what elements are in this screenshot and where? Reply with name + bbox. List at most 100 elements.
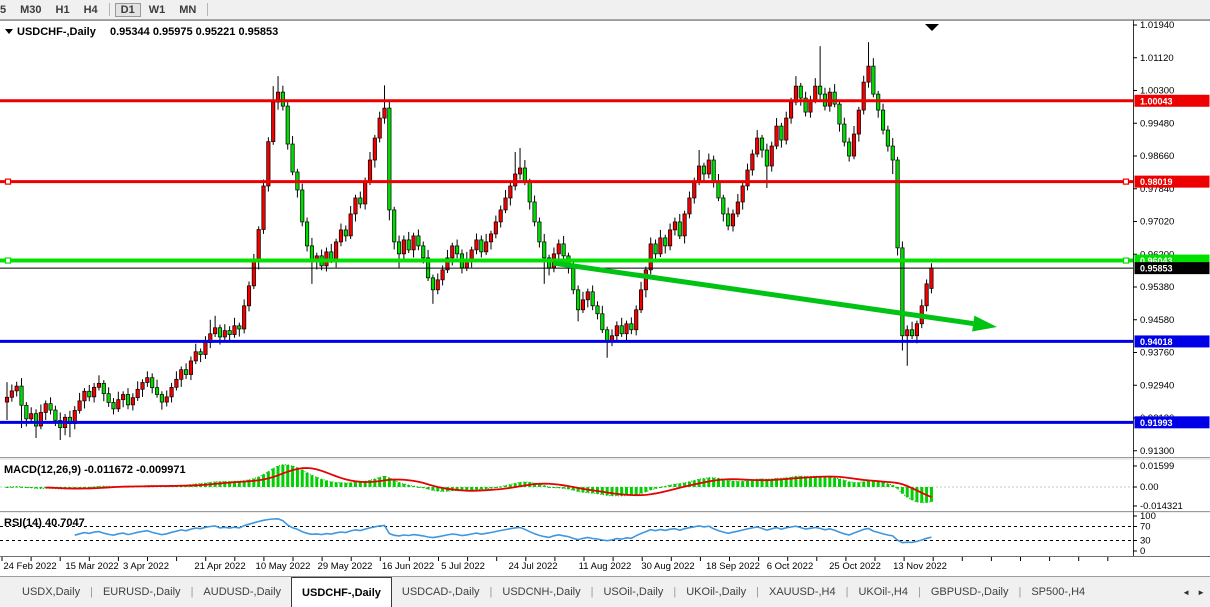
candle-body (562, 244, 565, 256)
candle-body (814, 86, 817, 100)
macd-histogram-bar (354, 482, 357, 487)
candle-body (702, 166, 705, 174)
price-axis-label: 0.95380 (1140, 282, 1174, 293)
candle-body (499, 210, 502, 222)
chart-tab-ukoil-daily[interactable]: UKOil-,Daily (676, 577, 756, 607)
date-axis-label: 30 Aug 2022 (641, 561, 694, 572)
timeframe-button-w1[interactable]: W1 (143, 3, 172, 17)
candle-body (363, 182, 366, 204)
price-axis-label: 1.01940 (1140, 20, 1174, 31)
candle-body (731, 214, 734, 226)
candle-body (218, 328, 221, 337)
timeframe-button-mn[interactable]: MN (173, 3, 202, 17)
candle-body (523, 168, 526, 182)
date-axis-label: 24 Jul 2022 (508, 561, 557, 572)
candle-body (697, 166, 700, 182)
line-handle[interactable] (6, 258, 11, 263)
candle-body (741, 186, 744, 202)
macd-histogram-bar (339, 483, 342, 487)
chart-tab-sp500-h4[interactable]: SP500-,H4 (1021, 577, 1095, 607)
chart-tab-ukoil-h4[interactable]: UKOil-,H4 (848, 577, 918, 607)
chart-tab-usdchf-daily[interactable]: USDCHF-,Daily (291, 577, 392, 607)
macd-histogram-bar (678, 484, 681, 487)
macd-histogram-bar (872, 481, 875, 487)
candle-body (334, 242, 337, 260)
candle-body (925, 284, 928, 306)
candle-body (484, 242, 487, 252)
chart-canvas[interactable]: 1.019401.011201.003000.994800.986600.978… (0, 20, 1210, 576)
macd-histogram-bar (819, 476, 822, 487)
chart-tab-audusd-daily[interactable]: AUDUSD-,Daily (193, 577, 291, 607)
candle-body (596, 306, 599, 314)
hline-tag-label: 1.00043 (1140, 96, 1173, 106)
chart-tab-xauusd-h4[interactable]: XAUUSD-,H4 (759, 577, 846, 607)
candle-body (25, 405, 28, 419)
tab-scroll-left-icon[interactable]: ◄ (1182, 588, 1190, 597)
tab-scroll-right-icon[interactable]: ► (1197, 588, 1205, 597)
macd-histogram-bar (853, 482, 856, 487)
macd-histogram-bar (611, 487, 614, 496)
macd-histogram-bar (823, 477, 826, 487)
hline-tag-label: 0.94018 (1140, 337, 1173, 347)
candle-body (664, 238, 667, 246)
candle-body (557, 244, 560, 254)
candle-body (746, 170, 749, 186)
candle-body (242, 306, 245, 329)
chart-tab-usdcnh-daily[interactable]: USDCNH-,Daily (492, 577, 590, 607)
candle-body (88, 391, 91, 397)
price-axis-label: 0.92940 (1140, 380, 1174, 391)
timeframe-button-m30[interactable]: M30 (14, 3, 47, 17)
candle-body (393, 210, 396, 242)
macd-histogram-bar (669, 485, 672, 487)
timeframe-button-h4[interactable]: H4 (78, 3, 104, 17)
chart-tab-usdx-daily[interactable]: USDX,Daily (12, 577, 90, 607)
chart-tab-eurusd-daily[interactable]: EURUSD-,Daily (93, 577, 191, 607)
line-handle[interactable] (1124, 179, 1129, 184)
candle-body (407, 240, 410, 250)
date-axis-label: 15 Mar 2022 (65, 561, 118, 572)
timeframe-button-5[interactable]: 5 (0, 3, 12, 17)
price-axis-label: 0.98660 (1140, 151, 1174, 162)
candle-body (126, 394, 129, 404)
macd-histogram-bar (635, 487, 638, 495)
chart-tab-gbpusd-daily[interactable]: GBPUSD-,Daily (921, 577, 1019, 607)
candle-body (83, 391, 86, 401)
candle-body (891, 146, 894, 160)
macd-histogram-bar (296, 468, 299, 487)
chart-tab-usoil-daily[interactable]: USOil-,Daily (593, 577, 673, 607)
candle-body (736, 202, 739, 214)
candle-body (867, 66, 870, 82)
macd-histogram-bar (393, 480, 396, 487)
macd-histogram-bar (349, 483, 352, 487)
macd-histogram-bar (644, 487, 647, 492)
macd-histogram-bar (606, 487, 609, 495)
candle-body (833, 92, 836, 104)
macd-histogram-bar (736, 481, 739, 487)
candle-body (615, 326, 618, 336)
candle-body (712, 160, 715, 182)
macd-histogram-bar (306, 473, 309, 487)
macd-histogram-bar (557, 487, 560, 488)
candle-body (20, 386, 23, 405)
macd-histogram-bar (896, 487, 899, 489)
candle-body (44, 404, 47, 413)
candle-body (654, 244, 657, 254)
macd-histogram-bar (640, 487, 643, 493)
line-handle[interactable] (6, 179, 11, 184)
candle-body (581, 300, 584, 310)
chart-tab-usdcad-daily[interactable]: USDCAD-,Daily (392, 577, 490, 607)
candle-body (213, 328, 216, 334)
timeframe-button-d1[interactable]: D1 (115, 3, 141, 17)
timeframe-button-h1[interactable]: H1 (50, 3, 76, 17)
price-axis-label: 0.91300 (1140, 446, 1174, 457)
macd-histogram-bar (746, 481, 749, 487)
hline-tag-label: 0.91993 (1140, 418, 1173, 428)
candle-body (175, 379, 178, 387)
candle-body (417, 236, 420, 246)
candle-body (184, 370, 187, 375)
macd-histogram-bar (6, 487, 9, 488)
line-handle[interactable] (1124, 258, 1129, 263)
candle-body (146, 378, 149, 383)
chart-title: USDCHF-,Daily (17, 26, 97, 38)
macd-histogram-bar (335, 482, 338, 487)
